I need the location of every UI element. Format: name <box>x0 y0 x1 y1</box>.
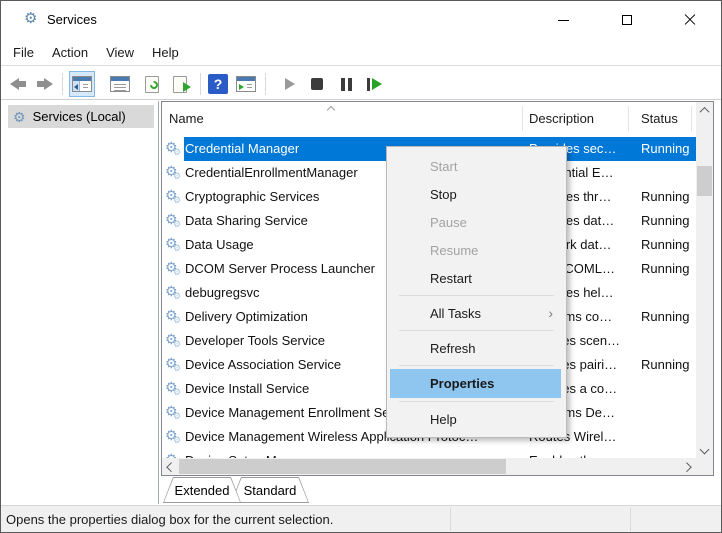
back-button[interactable] <box>5 71 31 97</box>
horizontal-scroll-thumb[interactable] <box>179 459 506 474</box>
scroll-left-icon[interactable] <box>162 458 179 475</box>
view-tabs: Extended Standard <box>161 476 714 504</box>
restart-service-button[interactable] <box>361 71 387 97</box>
horizontal-scrollbar[interactable] <box>162 458 696 475</box>
context-menu-item-restart[interactable]: Restart <box>387 264 566 292</box>
restart-service-icon <box>367 78 382 91</box>
minimize-icon <box>558 20 569 21</box>
menu-help[interactable]: Help <box>143 39 188 65</box>
service-gear-icon: ⚙⚙ <box>165 164 184 183</box>
start-service-button[interactable] <box>277 71 303 97</box>
menu-separator <box>399 365 554 366</box>
service-status: Running <box>641 189 689 204</box>
forward-button[interactable] <box>32 71 58 97</box>
console-tree-pane: ⚙ Services (Local) <box>1 101 159 504</box>
service-gear-icon: ⚙⚙ <box>165 260 184 279</box>
sidebar-item-label: Services (Local) <box>33 109 126 124</box>
column-header-name[interactable]: Name <box>169 111 204 126</box>
column-header-status[interactable]: Status <box>641 111 678 126</box>
window-title: Services <box>47 12 97 27</box>
status-text: Opens the properties dialog box for the … <box>6 512 333 527</box>
extended-view-icon <box>236 76 256 92</box>
stop-service-button[interactable] <box>304 71 330 97</box>
menu-separator <box>399 330 554 331</box>
properties-icon <box>110 76 130 92</box>
back-icon <box>10 78 26 90</box>
service-gear-icon: ⚙⚙ <box>165 380 184 399</box>
context-menu: StartStopPauseResumeRestart All Tasks› Ref… <box>386 146 567 438</box>
extended-view-button[interactable] <box>233 71 259 97</box>
service-gear-icon: ⚙⚙ <box>165 356 184 375</box>
menu-action[interactable]: Action <box>43 39 97 65</box>
forward-icon <box>37 78 53 90</box>
service-status: Running <box>641 213 689 228</box>
service-status: Running <box>641 237 689 252</box>
tab-standard[interactable]: Standard <box>231 477 309 503</box>
stop-service-icon <box>311 78 323 90</box>
vertical-scrollbar[interactable] <box>696 102 713 458</box>
context-menu-item-help[interactable]: Help <box>387 405 566 433</box>
menu-separator <box>399 401 554 402</box>
close-button[interactable] <box>658 1 721 39</box>
refresh-button[interactable] <box>139 71 165 97</box>
menu-view[interactable]: View <box>97 39 143 65</box>
context-menu-item-start: Start <box>387 152 566 180</box>
scroll-up-icon[interactable] <box>696 102 713 119</box>
service-status: Running <box>641 141 689 156</box>
context-menu-item-refresh[interactable]: Refresh <box>387 334 566 362</box>
start-service-icon <box>285 78 295 90</box>
status-bar: Opens the properties dialog box for the … <box>1 505 721 533</box>
show-console-tree-icon <box>72 76 92 92</box>
sidebar-item-services-local[interactable]: ⚙ Services (Local) <box>8 105 154 128</box>
context-menu-item-resume: Resume <box>387 236 566 264</box>
scroll-right-icon[interactable] <box>679 458 696 475</box>
context-menu-item-all-tasks[interactable]: All Tasks› <box>387 299 566 327</box>
pause-service-icon <box>341 78 352 91</box>
toolbar: ? <box>1 67 721 100</box>
menu-separator <box>399 295 554 296</box>
service-gear-icon: ⚙⚙ <box>165 404 184 423</box>
minimize-button[interactable] <box>532 1 595 39</box>
column-header-description[interactable]: Description <box>529 111 594 126</box>
context-menu-item-properties[interactable]: Properties <box>387 369 566 398</box>
refresh-icon <box>145 76 159 93</box>
service-gear-icon: ⚙⚙ <box>165 428 184 447</box>
service-status: Running <box>641 309 689 324</box>
help-icon: ? <box>208 74 228 94</box>
context-menu-item-pause: Pause <box>387 208 566 236</box>
tab-extended[interactable]: Extended <box>163 477 241 503</box>
services-window: ⚙ Services File Action View Help <box>0 0 722 533</box>
menu-bar: File Action View Help <box>1 39 721 66</box>
service-gear-icon: ⚙⚙ <box>165 212 184 231</box>
export-list-icon <box>173 76 187 93</box>
vertical-scroll-thumb[interactable] <box>697 166 712 196</box>
pause-service-button[interactable] <box>333 71 359 97</box>
service-status: Running <box>641 357 689 372</box>
service-gear-icon: ⚙⚙ <box>165 332 184 351</box>
menu-file[interactable]: File <box>4 39 43 65</box>
service-gear-icon: ⚙⚙ <box>165 308 184 327</box>
help-button[interactable]: ? <box>205 71 231 97</box>
service-gear-icon: ⚙⚙ <box>165 284 184 303</box>
scroll-down-icon[interactable] <box>696 441 713 458</box>
submenu-arrow-icon: › <box>548 305 553 321</box>
scrollbar-corner <box>696 458 713 475</box>
maximize-icon <box>622 15 632 25</box>
title-bar: ⚙ Services <box>1 1 721 39</box>
maximize-button[interactable] <box>595 1 658 39</box>
export-list-button[interactable] <box>167 71 193 97</box>
sort-ascending-icon <box>327 106 335 114</box>
services-gear-icon: ⚙ <box>24 11 37 27</box>
list-header: Name Description Status <box>162 102 696 135</box>
services-gear-icon: ⚙ <box>13 110 26 124</box>
service-status: Running <box>641 261 689 276</box>
context-menu-item-stop[interactable]: Stop <box>387 180 566 208</box>
service-row[interactable]: ⚙⚙Device Setup ManagerEnables the… <box>162 449 696 458</box>
properties-toolbar-button[interactable] <box>107 71 133 97</box>
show-console-tree-button[interactable] <box>69 71 95 97</box>
close-icon <box>684 14 696 26</box>
service-gear-icon: ⚙⚙ <box>165 140 184 159</box>
service-gear-icon: ⚙⚙ <box>165 188 184 207</box>
service-gear-icon: ⚙⚙ <box>165 236 184 255</box>
